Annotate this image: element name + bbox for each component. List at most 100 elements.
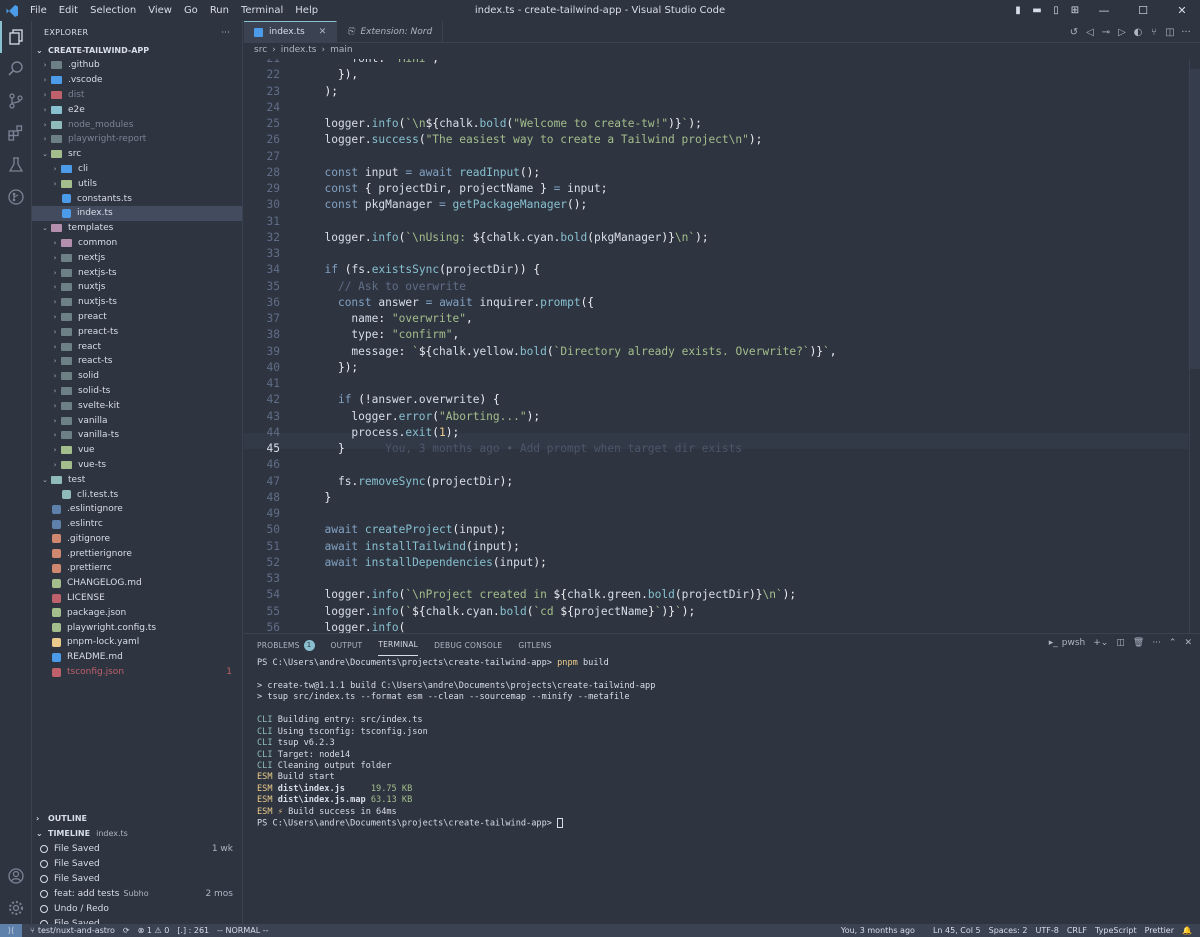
folder-item[interactable]: › e2e bbox=[32, 102, 242, 117]
layout-sidebar-icon[interactable]: ▮ bbox=[1010, 5, 1026, 16]
explorer-icon[interactable] bbox=[0, 21, 32, 53]
close-button[interactable]: ✕ bbox=[1164, 4, 1200, 17]
folder-item[interactable]: › .vscode bbox=[32, 73, 242, 88]
file-item[interactable]: .prettierignore bbox=[32, 546, 242, 561]
folder-item[interactable]: › common bbox=[32, 236, 242, 251]
panel-tab-gitlens[interactable]: GITLENS bbox=[518, 634, 551, 656]
timeline-item[interactable]: Undo / Redo bbox=[32, 901, 243, 916]
next-change-icon[interactable]: ▷ bbox=[1114, 27, 1130, 38]
folder-item[interactable]: › .github bbox=[32, 58, 242, 73]
file-item[interactable]: .gitignore bbox=[32, 532, 242, 547]
terminal-output[interactable]: PS C:\Users\andre\Documents\projects\cre… bbox=[257, 658, 655, 830]
file-item[interactable]: tsconfig.json 1 bbox=[32, 665, 242, 680]
minimize-button[interactable]: — bbox=[1086, 4, 1122, 17]
extensions-icon[interactable] bbox=[0, 117, 32, 149]
branch-name[interactable]: test/nuxt-and-astro bbox=[38, 926, 115, 935]
folder-item[interactable]: › vue-ts bbox=[32, 458, 242, 473]
folder-item[interactable]: ⌄ test bbox=[32, 472, 242, 487]
folder-item[interactable]: › preact bbox=[32, 310, 242, 325]
folder-item[interactable]: › playwright-report bbox=[32, 132, 242, 147]
folder-item[interactable]: › vanilla bbox=[32, 413, 242, 428]
selection-count[interactable]: [.] : 261 bbox=[177, 926, 209, 935]
breadcrumb-item[interactable]: src bbox=[254, 45, 267, 55]
testing-icon[interactable] bbox=[0, 149, 32, 181]
file-item[interactable]: CHANGELOG.md bbox=[32, 576, 242, 591]
cursor-position[interactable]: Ln 45, Col 5 bbox=[933, 926, 981, 935]
timeline-item[interactable]: File Saved bbox=[32, 856, 243, 871]
menu-item-edit[interactable]: Edit bbox=[53, 5, 84, 16]
file-item[interactable]: playwright.config.ts bbox=[32, 620, 242, 635]
previous-change-icon[interactable]: ◁ bbox=[1082, 27, 1098, 38]
file-item[interactable]: .prettierrc bbox=[32, 561, 242, 576]
editor-tab[interactable]: index.ts ✕ bbox=[244, 21, 338, 42]
file-item[interactable]: .eslintignore bbox=[32, 502, 242, 517]
prettier-status[interactable]: Prettier bbox=[1145, 926, 1174, 935]
close-tab-icon[interactable]: ✕ bbox=[319, 27, 327, 37]
kill-terminal-icon[interactable]: 🗑 bbox=[1133, 638, 1144, 648]
folder-item[interactable]: › svelte-kit bbox=[32, 398, 242, 413]
menu-item-view[interactable]: View bbox=[142, 5, 178, 16]
menu-item-terminal[interactable]: Terminal bbox=[235, 5, 289, 16]
folder-item[interactable]: › nuxtjs bbox=[32, 280, 242, 295]
remote-icon[interactable]: ⟩⟨ bbox=[0, 924, 22, 937]
minimap[interactable] bbox=[1189, 59, 1200, 633]
indentation[interactable]: Spaces: 2 bbox=[989, 926, 1028, 935]
panel-tab-problems[interactable]: PROBLEMS 1 bbox=[257, 634, 315, 656]
git-compare-icon[interactable]: ⑂ bbox=[1146, 27, 1162, 38]
split-terminal-icon[interactable]: ◫ bbox=[1116, 638, 1125, 648]
more-actions-icon[interactable]: ··· bbox=[1152, 638, 1161, 648]
source-control-icon[interactable] bbox=[0, 85, 32, 117]
folder-item[interactable]: › dist bbox=[32, 88, 242, 103]
history-icon[interactable]: ↺ bbox=[1066, 27, 1082, 38]
timeline-item[interactable]: File Saved bbox=[32, 871, 243, 886]
menu-item-run[interactable]: Run bbox=[204, 5, 235, 16]
settings-gear-icon[interactable] bbox=[0, 892, 32, 924]
code-editor[interactable]: 21 font: "Mini", 22 }), 23 ); 24 25 logger.i… bbox=[244, 59, 1188, 633]
folder-item[interactable]: › vanilla-ts bbox=[32, 428, 242, 443]
panel-tab-output[interactable]: OUTPUT bbox=[331, 634, 363, 656]
folder-item[interactable]: › nextjs bbox=[32, 250, 242, 265]
timeline-item[interactable]: File Saved 1 wk bbox=[32, 841, 243, 856]
panel-tab-debug-console[interactable]: DEBUG CONSOLE bbox=[434, 634, 502, 656]
folder-item[interactable]: › utils bbox=[32, 176, 242, 191]
layout-panel-icon[interactable]: ▬ bbox=[1029, 5, 1045, 16]
new-terminal-icon[interactable]: +⌄ bbox=[1093, 638, 1108, 648]
breadcrumb-item[interactable]: index.ts bbox=[281, 45, 317, 55]
file-item[interactable]: index.ts bbox=[32, 205, 242, 221]
file-item[interactable]: README.md bbox=[32, 650, 242, 665]
language-mode[interactable]: TypeScript bbox=[1095, 926, 1137, 935]
gitlens-icon[interactable] bbox=[0, 181, 32, 213]
folder-item[interactable]: › react-ts bbox=[32, 354, 242, 369]
panel-tab-terminal[interactable]: TERMINAL bbox=[378, 634, 419, 656]
terminal-shell-label[interactable]: pwsh bbox=[1062, 638, 1085, 648]
outline-section[interactable]: › OUTLINE bbox=[32, 811, 243, 826]
folder-item[interactable]: › cli bbox=[32, 162, 242, 177]
folder-item[interactable]: › solid bbox=[32, 369, 242, 384]
folder-item[interactable]: › vue bbox=[32, 443, 242, 458]
file-item[interactable]: pnpm-lock.yaml bbox=[32, 635, 242, 650]
errors-warnings[interactable]: ⊗ 1 ⚠ 0 bbox=[138, 926, 170, 935]
line-ending[interactable]: CRLF bbox=[1067, 926, 1087, 935]
file-item[interactable]: cli.test.ts bbox=[32, 487, 242, 502]
file-item[interactable]: .eslintrc bbox=[32, 517, 242, 532]
folder-item[interactable]: › node_modules bbox=[32, 117, 242, 132]
file-item[interactable]: constants.ts bbox=[32, 191, 242, 206]
maximize-button[interactable]: ☐ bbox=[1125, 4, 1161, 17]
breadcrumb-item[interactable]: main bbox=[330, 45, 353, 55]
folder-item[interactable]: ⌄ templates bbox=[32, 221, 242, 236]
timeline-item[interactable]: feat: add tests Subho 2 mos bbox=[32, 886, 243, 901]
menu-item-file[interactable]: File bbox=[24, 5, 53, 16]
file-item[interactable]: LICENSE bbox=[32, 591, 242, 606]
folder-item[interactable]: › react bbox=[32, 339, 242, 354]
folder-item[interactable]: ⌄ src bbox=[32, 147, 242, 162]
layout-secondary-icon[interactable]: ▯ bbox=[1048, 5, 1064, 16]
outline-header[interactable]: › OUTLINE bbox=[32, 811, 243, 826]
menu-item-help[interactable]: Help bbox=[289, 5, 324, 16]
compare-icon[interactable]: ◐ bbox=[1130, 27, 1146, 38]
editor-tab[interactable]: ⎘ Extension: Nord bbox=[337, 21, 444, 42]
sync-icon[interactable]: ⟳ bbox=[123, 926, 130, 935]
menu-item-go[interactable]: Go bbox=[178, 5, 204, 16]
folder-item[interactable]: › solid-ts bbox=[32, 384, 242, 399]
folder-item[interactable]: › nextjs-ts bbox=[32, 265, 242, 280]
file-item[interactable]: package.json bbox=[32, 605, 242, 620]
